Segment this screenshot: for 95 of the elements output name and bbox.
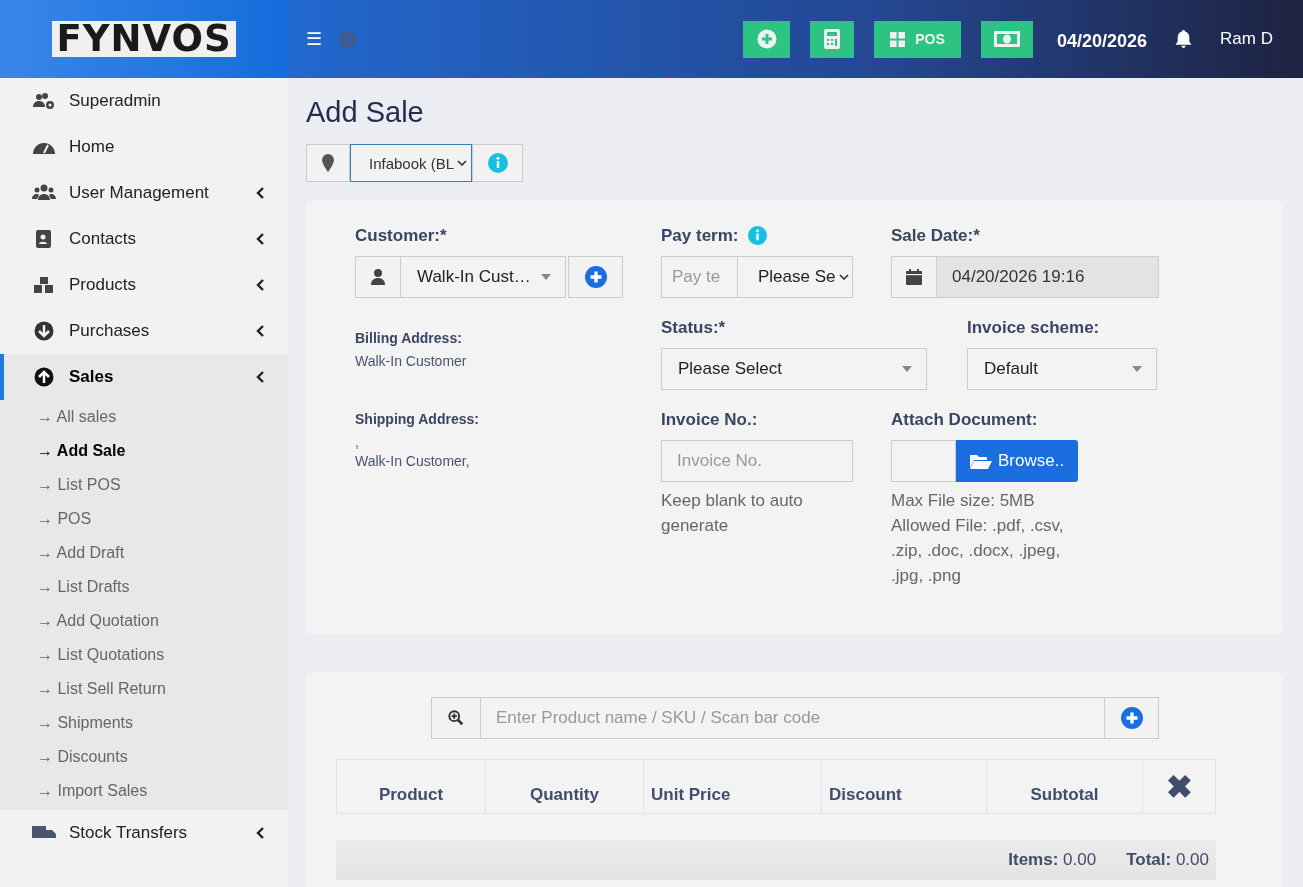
sidebar-item[interactable]: Purchases — [0, 308, 288, 354]
remove-all-button[interactable]: ✖ — [1143, 760, 1215, 813]
add-product-button[interactable] — [1104, 697, 1159, 739]
shipping-address-line: Walk-In Customer, — [355, 452, 471, 471]
bell-icon[interactable] — [1175, 29, 1193, 49]
field-label: Customer:* — [355, 226, 448, 246]
arrow-up-circle-icon — [32, 367, 56, 387]
sidebar-item[interactable]: Contacts — [0, 216, 288, 262]
total-text: Items: 0.00 — [1008, 850, 1097, 870]
sidebar-label: Contacts — [69, 229, 138, 249]
plus-circle-icon — [756, 29, 777, 49]
add-button[interactable] — [743, 20, 790, 58]
sidebar-label: Sales — [69, 367, 115, 387]
submenu-item[interactable]: → List Drafts — [0, 570, 288, 604]
users-gear-icon — [32, 91, 56, 111]
plus-circle-icon — [1120, 707, 1143, 729]
column-header: Quantity — [486, 760, 644, 813]
sidebar-item[interactable]: Products — [0, 262, 288, 308]
shipping-address-line: , — [355, 433, 360, 452]
submenu-item[interactable]: → List Sell Return — [0, 672, 288, 706]
status-select[interactable]: Please Select — [661, 348, 927, 390]
field-label: Invoice No.: — [661, 410, 759, 430]
column-header: Subtotal — [987, 760, 1143, 813]
submenu-item[interactable]: → Import Sales — [0, 774, 288, 808]
field-label: Status:* — [661, 318, 727, 338]
zoom-in-icon — [448, 710, 464, 726]
add-customer-button[interactable] — [568, 256, 623, 298]
field-label: Shipping Address: — [355, 411, 480, 427]
calendar-icon — [906, 269, 922, 285]
caret-down-icon — [1132, 366, 1142, 372]
invoice-scheme-select[interactable]: Default — [967, 348, 1157, 390]
map-pin-icon — [322, 154, 334, 172]
submenu-item[interactable]: → Add Sale — [0, 434, 288, 468]
sidebar-label: Purchases — [69, 321, 151, 341]
column-header: Discount — [822, 760, 987, 813]
sidebar-item[interactable]: Home — [0, 124, 288, 170]
caret-down-icon — [541, 274, 551, 280]
submenu-item[interactable]: → Shipments — [0, 706, 288, 740]
info-icon — [487, 153, 508, 173]
user-menu[interactable]: Ram D — [1220, 29, 1273, 49]
plus-circle-icon — [584, 266, 607, 288]
users-icon — [32, 183, 56, 203]
submenu-item[interactable]: → Add Draft — [0, 536, 288, 570]
product-search-field[interactable]: Enter Product name / SKU / Scan bar code — [481, 697, 1104, 739]
help-text: Max File size: 5MB — [891, 490, 1036, 512]
banknote-icon — [994, 31, 1020, 47]
submenu-item[interactable]: → All sales — [0, 400, 288, 434]
sidebar-label: User Management — [69, 183, 210, 203]
sidebar-label: Superadmin — [69, 91, 162, 111]
location-select[interactable]: Infabook (BL — [350, 144, 472, 182]
caret-down-icon — [902, 366, 912, 372]
field-label: Pay term: — [661, 226, 739, 246]
brand-logo[interactable]: FYNVOS — [0, 0, 288, 78]
pay-term-input[interactable]: Pay te — [661, 256, 738, 298]
arrow-down-circle-icon — [32, 321, 56, 341]
invoice-no-input[interactable]: Invoice No. — [661, 440, 853, 482]
calculator-icon — [822, 29, 842, 49]
sidebar-label: Stock Transfers — [69, 823, 189, 843]
submenu-item[interactable]: → List POS — [0, 468, 288, 502]
column-header: Unit Price — [644, 760, 822, 813]
user-icon — [370, 269, 386, 285]
cash-button[interactable] — [981, 20, 1033, 58]
chevron-down-icon — [839, 274, 849, 280]
total-text: Total: 0.00 — [1126, 850, 1209, 870]
field-label: Billing Address: — [355, 330, 463, 346]
page-title: Add Sale — [306, 96, 425, 129]
cubes-icon — [32, 275, 56, 295]
pay-term-select[interactable]: Please Se — [738, 256, 853, 298]
field-label: Invoice scheme: — [967, 318, 1101, 338]
submenu-item[interactable]: → Add Quotation — [0, 604, 288, 638]
calculator-button[interactable] — [810, 20, 854, 58]
help-text: Keep blank to auto generate — [661, 490, 804, 537]
sidebar-item[interactable]: Superadmin — [0, 78, 288, 124]
field-label: Sale Date:* — [891, 226, 981, 246]
sidebar-item[interactable]: Stock Transfers — [0, 810, 288, 856]
help-text: Allowed File: .pdf, .csv, .zip, .doc, .docx, .jpeg, .jpg, .png — [891, 515, 1065, 587]
billing-address: Walk-In Customer — [355, 352, 468, 371]
sidebar-label: Home — [69, 137, 116, 157]
submenu-item[interactable]: → List Quotations — [0, 638, 288, 672]
field-label: Attach Document: — [891, 410, 1039, 430]
file-name-field[interactable] — [891, 440, 956, 482]
grid-icon — [890, 31, 906, 47]
browse-button[interactable]: Browse.. — [956, 440, 1079, 482]
chevron-down-icon — [457, 160, 467, 166]
submenu-item[interactable]: → POS — [0, 502, 288, 536]
current-date: 04/20/2026 — [1057, 30, 1148, 52]
folder-icon — [970, 453, 992, 469]
submenu-item[interactable]: → Discounts — [0, 740, 288, 774]
customer-select[interactable]: Walk-In Cust… — [401, 256, 566, 298]
sidebar-label: Products — [69, 275, 138, 295]
sidebar-item[interactable]: Sales — [0, 354, 288, 400]
menu-button[interactable]: ☰ — [306, 28, 322, 50]
sale-date-input[interactable]: 04/20/2026 19:16 — [937, 256, 1159, 298]
column-header: Product — [337, 760, 486, 813]
sidebar-item[interactable]: User Management — [0, 170, 288, 216]
